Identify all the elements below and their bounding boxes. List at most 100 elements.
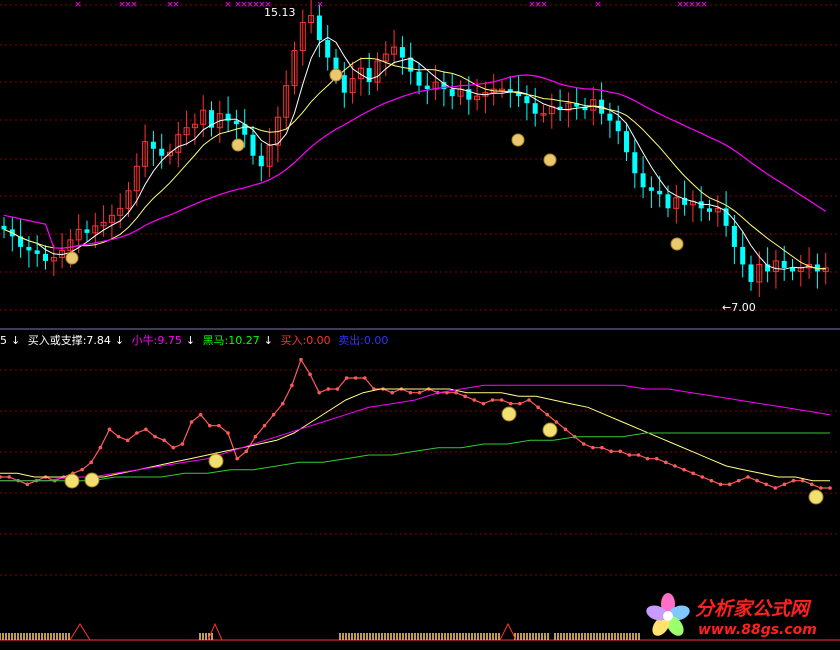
- buy-support-point: [308, 372, 312, 377]
- buy-support-point: [682, 467, 686, 472]
- buy-support-point: [527, 398, 531, 402]
- candle-body: [731, 225, 737, 247]
- buy-support-point: [144, 427, 148, 432]
- buy-support-point: [226, 431, 230, 435]
- candle-body: [665, 194, 671, 209]
- smiley-icon: [501, 406, 517, 422]
- smiley-icon: [64, 473, 80, 489]
- candle-body: [399, 47, 405, 58]
- candle-body: [43, 253, 48, 261]
- buy-support-point: [709, 478, 714, 483]
- buy-support-point: [481, 401, 486, 406]
- candle-body: [341, 75, 347, 93]
- buy-support-point: [609, 449, 613, 454]
- logo-name: 分析家公式网: [695, 598, 810, 620]
- cross-marker-icon: ×: [540, 0, 548, 10]
- candle-body: [233, 120, 239, 125]
- candle-body: [740, 246, 746, 265]
- buy-support-point: [244, 449, 249, 454]
- buy-support-point: [636, 453, 641, 457]
- buy-support-point: [581, 442, 586, 446]
- legend-buy: 买入:0.00: [280, 334, 331, 347]
- indicator-legend: 5 ↓ 买入或支撑:7.84 ↓ 小牛:9.75 ↓ 黑马:10.27 ↓ 买入:0.0…: [0, 332, 392, 347]
- candle-body: [424, 85, 430, 90]
- buy-support-point: [253, 434, 258, 439]
- smiley-icon: [84, 472, 100, 488]
- candle-body: [607, 113, 613, 121]
- candle-body: [325, 40, 331, 58]
- candle-body: [159, 148, 165, 156]
- legend-dark-horse: 黑马:10.27: [202, 334, 260, 347]
- legend-arrow: ↓: [114, 334, 125, 347]
- ma-long-line: [3, 74, 827, 249]
- buy-support-point: [746, 475, 750, 479]
- candle-body: [150, 141, 156, 149]
- buy-support-point: [390, 390, 394, 395]
- cross-marker-icon: ×: [172, 0, 180, 10]
- candle-body: [781, 260, 787, 268]
- candle-body: [258, 155, 264, 167]
- smiley-icon: [542, 422, 558, 438]
- buy-support-point: [262, 423, 267, 428]
- buy-support-point: [691, 471, 695, 476]
- buy-support-point: [235, 456, 239, 461]
- buy-support-point: [135, 431, 139, 435]
- buy-support-point: [271, 412, 276, 417]
- buy-support-point: [290, 383, 294, 388]
- buy-support-point: [645, 456, 650, 461]
- buy-support-point: [107, 427, 112, 432]
- candle-body: [790, 267, 795, 272]
- logo-url: www.88gs.com: [698, 622, 817, 638]
- buy-support-point: [508, 401, 513, 406]
- buy-support-point: [89, 460, 94, 465]
- buy-support-point: [299, 357, 303, 362]
- buy-support-point: [344, 376, 349, 380]
- buy-support-point: [80, 467, 84, 472]
- low-price-label: ←7.00: [722, 301, 756, 314]
- money-bag-icon: [543, 153, 557, 167]
- signal-peak: [69, 623, 91, 641]
- candle-body: [449, 89, 455, 97]
- cross-marker-icon: ×: [130, 0, 138, 10]
- buy-support-point: [162, 438, 166, 443]
- buy-support-point: [627, 453, 632, 457]
- buy-support-point: [773, 486, 778, 490]
- money-bag-icon: [65, 251, 79, 265]
- money-bag-icon: [670, 237, 684, 251]
- buy-support-point: [317, 390, 322, 395]
- candle-body: [657, 190, 663, 195]
- buy-support-point: [417, 390, 422, 395]
- buy-support-point: [536, 405, 540, 410]
- high-price-label: 15.13: [264, 6, 296, 19]
- candle-body: [34, 250, 40, 254]
- buy-support-point: [280, 401, 285, 406]
- money-bag-icon: [231, 138, 245, 152]
- candle-body: [698, 201, 704, 209]
- legend-buy-support: 买入或支撑:7.84: [27, 334, 111, 347]
- buy-support-point: [326, 387, 331, 391]
- legend-prefix: 5: [0, 334, 7, 347]
- money-bag-icon: [511, 133, 525, 147]
- buy-support-point: [654, 456, 659, 461]
- buy-support-point: [819, 486, 823, 490]
- cross-marker-icon: ×: [700, 0, 708, 10]
- buy-support-point: [618, 449, 623, 454]
- buy-support-point: [198, 412, 203, 417]
- candle-body: [416, 71, 422, 86]
- buy-support-point: [545, 412, 550, 417]
- buy-support-point: [727, 482, 732, 487]
- buy-support-point: [499, 398, 504, 402]
- candle-body: [648, 187, 654, 191]
- candle-body: [524, 96, 530, 104]
- buy-support-point: [828, 486, 832, 490]
- legend-arrow: ↓: [185, 334, 196, 347]
- smiley-icon: [208, 453, 224, 469]
- buy-support-point: [664, 460, 668, 465]
- buy-support-line: [0, 358, 830, 489]
- buy-support-point: [791, 478, 796, 483]
- buy-support-point: [454, 390, 458, 395]
- buy-support-point: [764, 482, 768, 487]
- candle-body: [748, 264, 754, 282]
- buy-support-point: [116, 434, 121, 439]
- signal-peak: [207, 622, 223, 641]
